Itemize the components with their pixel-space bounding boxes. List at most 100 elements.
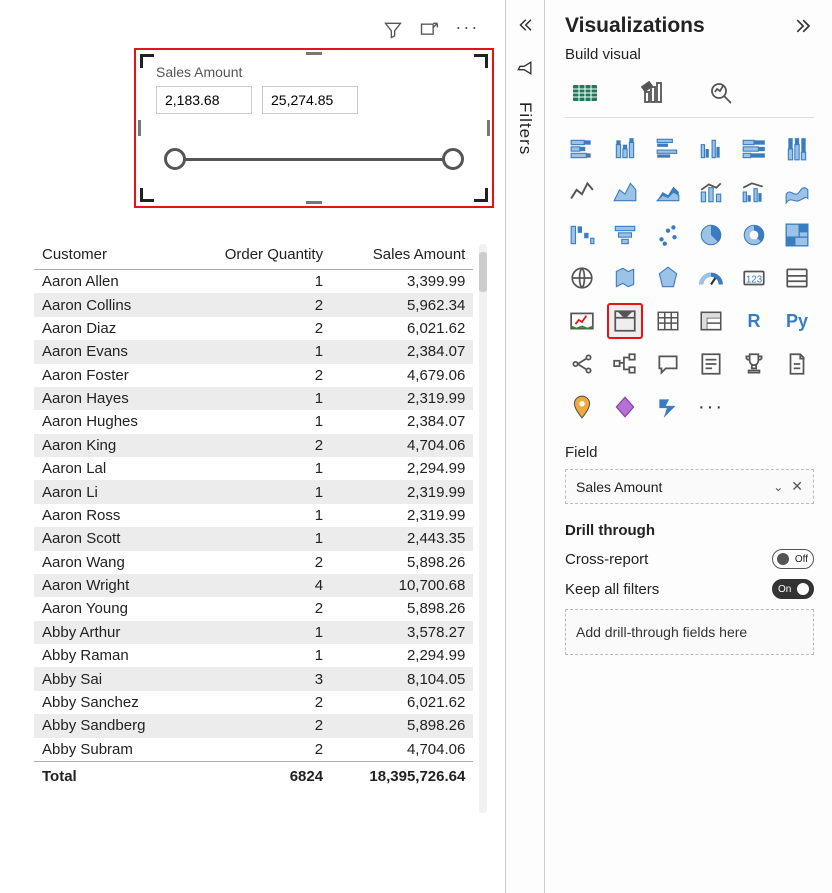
resize-handle-tl[interactable] [140,54,154,68]
viz-gauge[interactable] [694,261,728,295]
viz-table[interactable] [651,304,685,338]
cross-report-toggle[interactable]: Off [772,549,814,569]
viz-card[interactable]: 123 [737,261,771,295]
table-row[interactable]: Aaron Hughes12,384.07 [34,410,473,433]
table-row[interactable]: Aaron Ross12,319.99 [34,504,473,527]
viz-paginated[interactable] [780,347,814,381]
viz-clustered-bar[interactable] [651,132,685,166]
slicer-min-input[interactable] [156,86,252,114]
keep-filters-label: Keep all filters [565,581,659,598]
resize-handle-bottom[interactable] [306,201,322,204]
viz-slicer[interactable] [608,304,642,338]
filters-label[interactable]: Filters [515,102,535,155]
viz-arcgis[interactable] [565,390,599,424]
slider-thumb-max[interactable] [442,148,464,170]
table-row[interactable]: Aaron King24,704.06 [34,434,473,457]
tab-build-visual[interactable] [571,73,599,117]
viz-more[interactable]: ··· [694,390,728,424]
expand-pane-icon[interactable] [516,16,534,34]
viz-stacked-area[interactable] [651,175,685,209]
keep-filters-toggle[interactable]: On [772,579,814,599]
viz-matrix[interactable] [694,304,728,338]
viz-line-clustered-column[interactable] [737,175,771,209]
field-remove-icon[interactable]: ✕ [791,478,803,495]
viz-decomposition-tree[interactable] [608,347,642,381]
viz-map[interactable] [565,261,599,295]
viz-area[interactable] [608,175,642,209]
viz-narrative[interactable] [694,347,728,381]
viz-line-stacked-column[interactable] [694,175,728,209]
table-row[interactable]: Aaron Hayes12,319.99 [34,387,473,410]
col-sales-amount[interactable]: Sales Amount [331,240,473,270]
table-row[interactable]: Aaron Allen13,399.99 [34,270,473,294]
svg-text:123: 123 [746,274,762,285]
drill-through-dropzone[interactable]: Add drill-through fields here [565,609,814,655]
viz-kpi[interactable] [565,304,599,338]
viz-scatter[interactable] [651,218,685,252]
table-row[interactable]: Abby Subram24,704.06 [34,738,473,762]
table-row[interactable]: Aaron Li12,319.99 [34,480,473,503]
table-row[interactable]: Aaron Wang25,898.26 [34,551,473,574]
scrollbar-track[interactable] [479,244,487,813]
collapse-pane-icon[interactable] [794,16,814,36]
slicer-max-input[interactable] [262,86,358,114]
focus-mode-icon[interactable] [419,20,439,40]
viz-ribbon[interactable] [780,175,814,209]
viz-treemap[interactable] [780,218,814,252]
viz-stacked-bar[interactable] [565,132,599,166]
resize-handle-right[interactable] [487,120,490,136]
tab-analytics[interactable] [707,73,735,117]
table-row[interactable]: Aaron Foster24,679.06 [34,364,473,387]
resize-handle-bl[interactable] [140,188,154,202]
slider-track[interactable] [174,158,454,161]
viz-goals[interactable] [737,347,771,381]
col-customer[interactable]: Customer [34,240,186,270]
viz-funnel[interactable] [608,218,642,252]
viz-waterfall[interactable] [565,218,599,252]
viz-pie[interactable] [694,218,728,252]
viz-filled-map[interactable] [608,261,642,295]
table-row[interactable]: Aaron Lal12,294.99 [34,457,473,480]
viz-stacked-column[interactable] [608,132,642,166]
slicer-visual[interactable]: Sales Amount [134,48,494,208]
viz-r-visual[interactable]: R [737,304,771,338]
table-row[interactable]: Abby Sandberg25,898.26 [34,714,473,737]
more-options-icon[interactable]: ··· [455,20,475,40]
resize-handle-left[interactable] [138,120,141,136]
resize-handle-br[interactable] [474,188,488,202]
viz-azure-map[interactable] [651,261,685,295]
table-visual[interactable]: Customer Order Quantity Sales Amount Aar… [34,240,473,863]
viz-power-apps[interactable] [608,390,642,424]
table-row[interactable]: Aaron Evans12,384.07 [34,340,473,363]
table-row[interactable]: Abby Sai38,104.05 [34,667,473,690]
pane-subtitle: Build visual [565,46,814,63]
viz-power-automate[interactable] [651,390,685,424]
viz-clustered-column[interactable] [694,132,728,166]
viz-py-visual[interactable]: Py [780,304,814,338]
field-menu-chevron-icon[interactable]: ⌄ [773,480,783,494]
tab-format-visual[interactable] [639,73,667,117]
viz-line[interactable] [565,175,599,209]
table-row[interactable]: Aaron Wright410,700.68 [34,574,473,597]
viz-multi-row-card[interactable] [780,261,814,295]
table-row[interactable]: Abby Sanchez26,021.62 [34,691,473,714]
slider-thumb-min[interactable] [164,148,186,170]
table-row[interactable]: Aaron Scott12,443.35 [34,527,473,550]
col-order-qty[interactable]: Order Quantity [186,240,331,270]
table-row[interactable]: Aaron Collins25,962.34 [34,293,473,316]
resize-handle-top[interactable] [306,52,322,55]
filters-icon[interactable] [515,58,535,78]
viz-key-influencers[interactable] [565,347,599,381]
table-row[interactable]: Aaron Diaz26,021.62 [34,317,473,340]
table-row[interactable]: Abby Raman12,294.99 [34,644,473,667]
field-well-sales-amount[interactable]: Sales Amount ⌄ ✕ [565,469,814,504]
viz-100-stacked-column[interactable] [780,132,814,166]
table-row[interactable]: Aaron Young25,898.26 [34,597,473,620]
viz-qna[interactable] [651,347,685,381]
viz-100-stacked-bar[interactable] [737,132,771,166]
scrollbar-thumb[interactable] [479,252,487,292]
viz-donut[interactable] [737,218,771,252]
filter-icon[interactable] [383,20,403,40]
resize-handle-tr[interactable] [474,54,488,68]
table-row[interactable]: Abby Arthur13,578.27 [34,621,473,644]
